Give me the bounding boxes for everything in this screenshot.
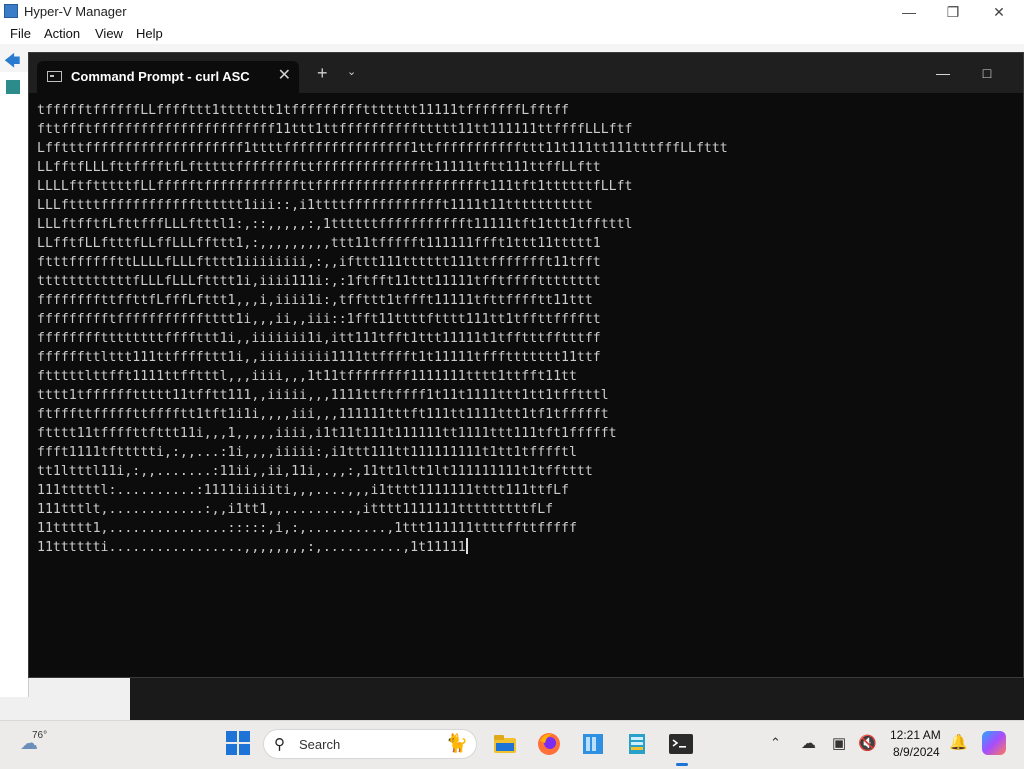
- tab-close-icon[interactable]: ✕: [278, 65, 291, 85]
- windows-logo-pane: [239, 744, 250, 755]
- terminal-maximize-icon[interactable]: □: [967, 61, 1007, 85]
- terminal-line: ffft1111tfttttti,:,,...:1i,,,,iiiii:,i1t…: [37, 445, 577, 460]
- terminal-line: ffffffffttttttttffffttt1i,,iiiiiii1i,itt…: [37, 331, 601, 346]
- desktop-background-strip: [130, 678, 1024, 720]
- file-explorer-icon[interactable]: [492, 731, 518, 757]
- hyperv-window-title: Hyper-V Manager: [24, 4, 127, 19]
- search-placeholder: Search: [299, 737, 341, 752]
- terminal-line: ftfffttfffffttfffftt1tft1i1i,,,,iii,,,11…: [37, 407, 609, 422]
- terminal-line: tt1ltttl11i,:,,.......:11ii,,ii,11i,.,,:…: [37, 464, 593, 479]
- terminal-line: tttt1tffffffttttt11tfftt111,,iiiii,,,111…: [37, 388, 609, 403]
- copilot-icon[interactable]: [982, 731, 1006, 755]
- minimize-icon[interactable]: —: [894, 2, 924, 22]
- terminal-line: ffffffffttffttfLfffLfttt1,,,i,iiii1i:,tf…: [37, 293, 593, 308]
- close-icon[interactable]: ✕: [984, 2, 1014, 22]
- command-prompt-icon: [47, 71, 62, 82]
- hyperv-menubar: File Action View Help: [0, 24, 1024, 44]
- terminal-line: tffffftffffffLLffffttt1ttttttt1tffffffff…: [37, 103, 569, 118]
- tab-title: Command Prompt - curl ASC: [71, 69, 250, 84]
- hyperv-manager-taskbar-icon[interactable]: [580, 731, 606, 757]
- terminal-line: LLfftfLLftttfLLffLLLffttt1,:,,,,,,,,,ttt…: [37, 236, 601, 251]
- terminal-line: ftttttlttfft1111ttfftttl,,,iiii,,,1t11tf…: [37, 369, 577, 384]
- terminal-taskbar-icon[interactable]: [668, 731, 694, 757]
- terminal-line: ffffffffftffffffffffftttt1i,,,ii,,iii::1…: [37, 312, 601, 327]
- menu-file[interactable]: File: [10, 26, 31, 41]
- onedrive-cloud-icon[interactable]: ☁: [801, 734, 816, 752]
- terminal-minimize-icon[interactable]: —: [923, 61, 963, 85]
- terminal-line: ffffffttlttt111ttffffttt1i,,iiiiiiiii111…: [37, 350, 601, 365]
- terminal-window: Command Prompt - curl ASC ✕ + ⌄ — □ tfff…: [28, 52, 1024, 678]
- terminal-tabbar[interactable]: Command Prompt - curl ASC ✕ + ⌄ — □: [29, 53, 1023, 93]
- hyperv-navigation-pane: [0, 72, 29, 697]
- clock-date[interactable]: 8/9/2024: [893, 745, 940, 759]
- terminal-line: 111tttlt,............:,,i1tt1,,.........…: [37, 502, 554, 517]
- terminal-line: ftttt11tffffttfttt11i,,,1,,,,,iiii,i1t11…: [37, 426, 617, 441]
- terminal-line: LLLfttttfffffffffffftttttt1iii::,i1ttttf…: [37, 198, 593, 213]
- start-button[interactable]: [226, 731, 252, 757]
- terminal-line: 111tttttl:..........:1111iiiiiti,,,....,…: [37, 483, 569, 498]
- menu-action[interactable]: Action: [44, 26, 80, 41]
- taskbar: ☁ 76° ⚲ Search 🐈 ⌃ ☁ ▣ 🔇 12:21 AM 8/9/20…: [0, 720, 1024, 769]
- terminal-line: fttffftfffffffffffffffffffffff11ttt1ttff…: [37, 122, 633, 137]
- new-tab-plus-icon[interactable]: +: [317, 63, 328, 84]
- server-app-icon[interactable]: [624, 731, 650, 757]
- active-app-indicator: [676, 763, 688, 766]
- hyperv-tree-icon[interactable]: [6, 80, 20, 94]
- chevron-up-icon[interactable]: ⌃: [770, 735, 781, 751]
- text-cursor: [465, 538, 468, 554]
- restore-icon[interactable]: ❐: [938, 2, 968, 22]
- volume-muted-icon[interactable]: 🔇: [858, 734, 877, 752]
- windows-logo-icon: [226, 731, 237, 742]
- search-highlight-cat-icon: 🐈: [445, 733, 468, 753]
- weather-temperature[interactable]: 76°: [32, 730, 47, 741]
- terminal-line: 11tttttti.................,,,,,,,,:,....…: [37, 540, 466, 555]
- windows-logo-pane: [226, 744, 237, 755]
- hyperv-status-area: [0, 697, 130, 720]
- terminal-line: Lfftttffffffffffffffffffff1ttttfffffffff…: [37, 141, 728, 156]
- notification-bell-icon[interactable]: 🔔: [949, 733, 968, 751]
- terminal-line: ttttttttttttfLLLfLLLftttt1i,iiii111i:,:1…: [37, 274, 601, 289]
- clock-time[interactable]: 12:21 AM: [890, 728, 941, 742]
- terminal-line: 11ttttt1,...............:::::,i,:,......…: [37, 521, 577, 536]
- windows-logo-pane: [239, 731, 250, 742]
- hyperv-app-icon: [4, 4, 18, 18]
- network-icon[interactable]: ▣: [832, 734, 846, 752]
- terminal-line: ftttffffffttLLLLfLLLftttt1iiiiiiii,:,,if…: [37, 255, 601, 270]
- terminal-last-line: 11tttttti.................,,,,,,,,:,....…: [37, 538, 1007, 557]
- terminal-line: LLLftfftfLfttfffLLLftttl1:,::,,,,,:,1ttt…: [37, 217, 633, 232]
- terminal-line: LLLLftftttttfLLffffftffffffffffffttfffff…: [37, 179, 633, 194]
- terminal-output[interactable]: tffffftffffffLLffffttt1ttttttt1tffffffff…: [37, 101, 1007, 661]
- chevron-down-icon[interactable]: ⌄: [347, 65, 356, 78]
- hyperv-titlebar[interactable]: Hyper-V Manager — ❐ ✕: [0, 0, 1024, 24]
- tab-command-prompt[interactable]: Command Prompt - curl ASC ✕: [37, 61, 299, 93]
- search-icon: ⚲: [274, 736, 285, 753]
- menu-view[interactable]: View: [95, 26, 123, 41]
- menu-help[interactable]: Help: [136, 26, 163, 41]
- taskbar-search-box[interactable]: ⚲ Search 🐈: [263, 729, 477, 759]
- firefox-icon[interactable]: [536, 731, 562, 757]
- terminal-line: LLfftfLLLfttfffftfLftttttffffffffttfffff…: [37, 160, 601, 175]
